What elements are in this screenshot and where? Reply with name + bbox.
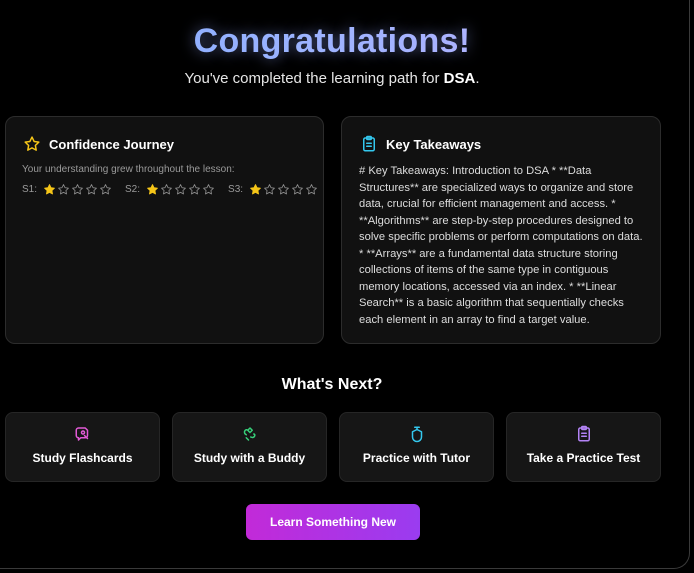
action-label: Take a Practice Test: [526, 451, 641, 465]
star-empty-icon: [277, 183, 290, 196]
clipboard-icon: [360, 135, 378, 153]
rating-label: S3:: [228, 184, 244, 195]
study-flashcards-button[interactable]: Study Flashcards: [5, 412, 160, 482]
confidence-card-title: Confidence Journey: [49, 136, 174, 152]
take-practice-test-button[interactable]: Take a Practice Test: [506, 412, 661, 482]
star-empty-icon: [99, 183, 112, 196]
star-empty-icon: [85, 183, 98, 196]
confidence-ratings: S1: S2: S3:: [22, 183, 331, 196]
action-label: Practice with Tutor: [362, 451, 471, 465]
star-empty-icon: [202, 183, 215, 196]
rating-label: S1:: [22, 184, 38, 195]
star-outline-icon: [23, 135, 41, 153]
study-with-buddy-button[interactable]: Study with a Buddy: [172, 412, 327, 482]
subtitle-text: You've completed the learning path for: [184, 70, 444, 87]
flashcards-icon: [74, 425, 92, 443]
rating-s1: S1:: [22, 183, 113, 196]
takeaways-body: # Key Takeaways: Introduction to DSA * *…: [359, 165, 643, 326]
subject-name: DSA: [443, 70, 476, 87]
star-empty-icon: [174, 183, 187, 196]
takeaways-card-header: Key Takeaways: [360, 135, 481, 153]
buddy-icon: [241, 425, 259, 443]
rating-s3: S3:: [228, 183, 319, 196]
star-empty-icon: [160, 183, 173, 196]
action-label: Study Flashcards: [32, 451, 133, 465]
star-empty-icon: [291, 183, 304, 196]
star-rating: [43, 183, 113, 196]
star-empty-icon: [71, 183, 84, 196]
confidence-description: Your understanding grew throughout the l…: [22, 164, 235, 175]
whats-next-title: What's Next?: [281, 376, 383, 393]
star-rating: [249, 183, 319, 196]
tutor-icon: [408, 425, 426, 443]
practice-with-tutor-button[interactable]: Practice with Tutor: [339, 412, 494, 482]
key-takeaways-card: Key Takeaways # Key Takeaways: Introduct…: [341, 116, 661, 344]
page-title: Congratulations!: [0, 22, 664, 61]
rating-label: S2:: [125, 184, 141, 195]
star-rating: [146, 183, 216, 196]
rating-s2: S2:: [125, 183, 216, 196]
star-filled-icon: [249, 183, 262, 196]
star-empty-icon: [57, 183, 70, 196]
clipboard-icon: [575, 425, 593, 443]
star-empty-icon: [188, 183, 201, 196]
star-filled-icon: [43, 183, 56, 196]
learn-something-new-button[interactable]: Learn Something New: [246, 504, 420, 540]
star-empty-icon: [305, 183, 318, 196]
takeaways-card-title: Key Takeaways: [386, 136, 482, 152]
page-subtitle: You've completed the learning path for D…: [0, 70, 664, 87]
confidence-journey-card: Confidence Journey Your understanding gr…: [5, 116, 324, 344]
confidence-card-header: Confidence Journey: [23, 135, 174, 153]
star-filled-icon: [146, 183, 159, 196]
subtitle-suffix: .: [475, 70, 480, 87]
star-empty-icon: [263, 183, 276, 196]
action-label: Study with a Buddy: [193, 451, 306, 465]
